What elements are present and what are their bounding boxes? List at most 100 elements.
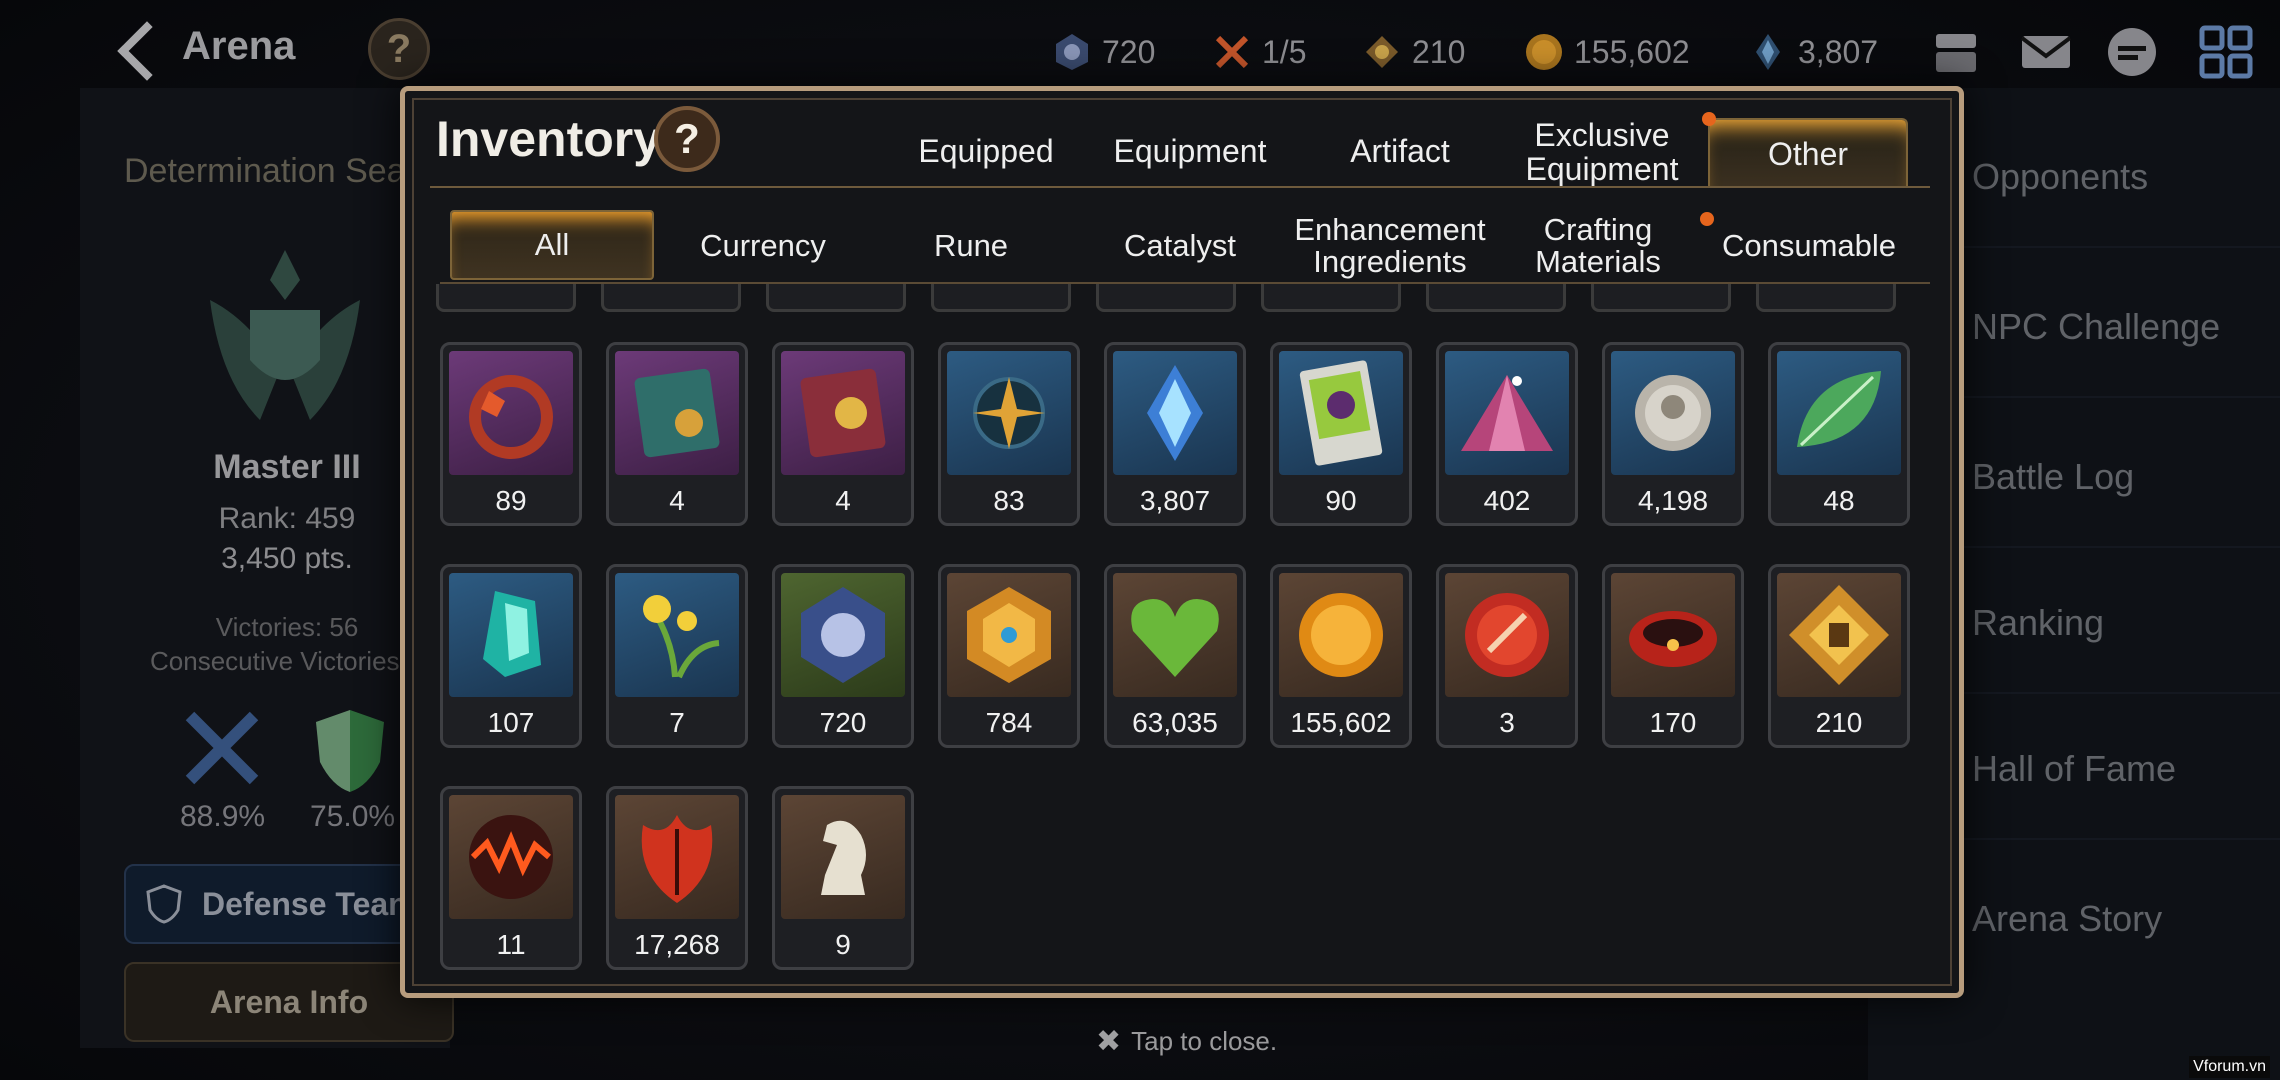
friends-icon[interactable] bbox=[1928, 24, 1984, 80]
item-count: 89 bbox=[495, 485, 527, 516]
resource-crystal[interactable]: 3,807 bbox=[1748, 30, 1878, 74]
compass-charm-icon bbox=[973, 377, 1045, 449]
item-count: 402 bbox=[1483, 485, 1531, 516]
red-cap-icon bbox=[1465, 593, 1549, 677]
inventory-item[interactable]: 402 bbox=[1436, 342, 1578, 526]
inventory-grid: 89 4 4 83 3,807 90 402 4,198 48 107 7 72… bbox=[430, 284, 1930, 980]
menu-opponents[interactable]: Opponents bbox=[1972, 156, 2148, 198]
crossed-swords-icon bbox=[1215, 35, 1249, 69]
inventory-item[interactable]: 3,807 bbox=[1104, 342, 1246, 526]
inventory-item[interactable]: 720 bbox=[772, 564, 914, 748]
watermark: Vforum.vn bbox=[2189, 1056, 2270, 1078]
inventory-item[interactable]: 3 bbox=[1436, 564, 1578, 748]
item-count: 784 bbox=[985, 707, 1033, 738]
help-button[interactable]: ? bbox=[368, 18, 430, 80]
inventory-item[interactable]: 63,035 bbox=[1104, 564, 1246, 748]
tap-close-label: Tap to close. bbox=[1131, 1026, 1278, 1056]
partial-item bbox=[436, 284, 576, 312]
crystal-icon bbox=[1147, 365, 1203, 461]
item-count: 4 bbox=[669, 485, 685, 516]
inventory-item[interactable]: 210 bbox=[1768, 564, 1910, 748]
inventory-item[interactable]: 89 bbox=[440, 342, 582, 526]
resource-arena-flag[interactable]: 720 bbox=[1052, 30, 1155, 74]
item-count: 170 bbox=[1649, 707, 1697, 738]
tab-other[interactable]: Other bbox=[1708, 118, 1908, 188]
resource-value: 1/5 bbox=[1262, 33, 1307, 70]
item-count: 63,035 bbox=[1132, 707, 1218, 738]
tab-equipment[interactable]: Equipment bbox=[1108, 134, 1272, 168]
tab-exclusive-equipment[interactable]: Exclusive Equipment bbox=[1516, 118, 1688, 186]
cyan-crystal-icon bbox=[483, 591, 541, 677]
silver-coin-icon bbox=[1635, 375, 1711, 451]
tab-divider bbox=[430, 186, 1930, 188]
menu-ranking[interactable]: Ranking bbox=[1972, 602, 2104, 644]
item-count: 4,198 bbox=[1637, 485, 1709, 516]
card-pack-icon bbox=[800, 368, 886, 458]
partial-item bbox=[931, 284, 1071, 312]
season-title: Determination Sea bbox=[124, 152, 406, 190]
inventory-item[interactable]: 90 bbox=[1270, 342, 1412, 526]
inventory-item[interactable]: 107 bbox=[440, 564, 582, 748]
subtab-currency[interactable]: Currency bbox=[678, 230, 848, 262]
inventory-item[interactable]: 83 bbox=[938, 342, 1080, 526]
inventory-item[interactable]: 7 bbox=[606, 564, 748, 748]
inventory-item[interactable]: 48 bbox=[1768, 342, 1910, 526]
inventory-title: Inventory bbox=[436, 111, 662, 167]
inventory-item[interactable]: 4,198 bbox=[1602, 342, 1744, 526]
inventory-item[interactable]: 9 bbox=[772, 786, 914, 970]
subtab-consumable[interactable]: Consumable bbox=[1712, 230, 1906, 262]
page-title: Arena bbox=[182, 24, 296, 68]
subtab-rune[interactable]: Rune bbox=[898, 230, 1044, 262]
menu-arena-story[interactable]: Arena Story bbox=[1972, 898, 2162, 940]
ticket-icon bbox=[1299, 360, 1383, 466]
tab-equipped[interactable]: Equipped bbox=[898, 134, 1074, 168]
rank-emblem-icon bbox=[210, 250, 360, 420]
item-count: 107 bbox=[487, 707, 535, 738]
gem-pile-icon bbox=[1461, 375, 1553, 451]
lamp-icon bbox=[469, 375, 553, 459]
partial-item bbox=[1261, 284, 1401, 312]
gold-coin-icon bbox=[1299, 593, 1383, 677]
subtab-crafting-materials[interactable]: Crafting Materials bbox=[1516, 214, 1680, 278]
leaf-icon bbox=[1797, 371, 1881, 447]
resource-value: 720 bbox=[1102, 33, 1156, 70]
resource-value: 155,602 bbox=[1574, 33, 1690, 70]
menu-npc-challenge[interactable]: NPC Challenge bbox=[1972, 306, 2220, 348]
resource-gold[interactable]: 155,602 bbox=[1524, 30, 1690, 74]
inventory-item[interactable]: 155,602 bbox=[1270, 564, 1412, 748]
inventory-item[interactable]: 4 bbox=[606, 342, 748, 526]
menu-battle-log[interactable]: Battle Log bbox=[1972, 456, 2134, 498]
item-count: 9 bbox=[835, 929, 851, 960]
tab-artifact[interactable]: Artifact bbox=[1328, 134, 1472, 168]
inventory-item[interactable]: 4 bbox=[772, 342, 914, 526]
mail-icon[interactable] bbox=[2018, 24, 2074, 80]
chat-icon[interactable] bbox=[2104, 24, 2160, 80]
partial-item bbox=[1426, 284, 1566, 312]
subtab-catalyst[interactable]: Catalyst bbox=[1100, 230, 1260, 262]
menu-grid-icon[interactable] bbox=[2198, 24, 2254, 80]
flower-icon bbox=[643, 595, 720, 679]
item-count: 90 bbox=[1325, 485, 1357, 516]
notification-dot bbox=[1700, 212, 1714, 226]
subtab-enhancement-ingredients[interactable]: Enhancement Ingredients bbox=[1290, 214, 1490, 278]
defense-win-rate: 75.0% bbox=[310, 800, 396, 833]
resource-conquest[interactable]: 210 bbox=[1362, 30, 1465, 74]
subtab-all[interactable]: All bbox=[450, 210, 654, 280]
menu-hall-of-fame[interactable]: Hall of Fame bbox=[1972, 748, 2176, 790]
crystal-icon bbox=[1756, 34, 1780, 70]
gold-coin-icon bbox=[1526, 34, 1562, 70]
resource-ticket[interactable]: 1/5 bbox=[1212, 30, 1306, 74]
tap-to-close[interactable]: ✖ Tap to close. bbox=[1096, 1024, 1277, 1059]
inventory-item[interactable]: 784 bbox=[938, 564, 1080, 748]
inventory-help-button[interactable]: ? bbox=[654, 106, 720, 172]
item-count: 4 bbox=[835, 485, 851, 516]
hex-badge-icon bbox=[967, 587, 1051, 683]
back-button[interactable] bbox=[112, 20, 168, 82]
item-count: 155,602 bbox=[1290, 707, 1392, 738]
conquest-badge-icon bbox=[1789, 585, 1889, 685]
item-count: 11 bbox=[496, 929, 526, 960]
inventory-item[interactable]: 11 bbox=[440, 786, 582, 970]
inventory-item[interactable]: 17,268 bbox=[606, 786, 748, 970]
inventory-item[interactable]: 170 bbox=[1602, 564, 1744, 748]
green-heart-icon bbox=[1131, 599, 1219, 677]
